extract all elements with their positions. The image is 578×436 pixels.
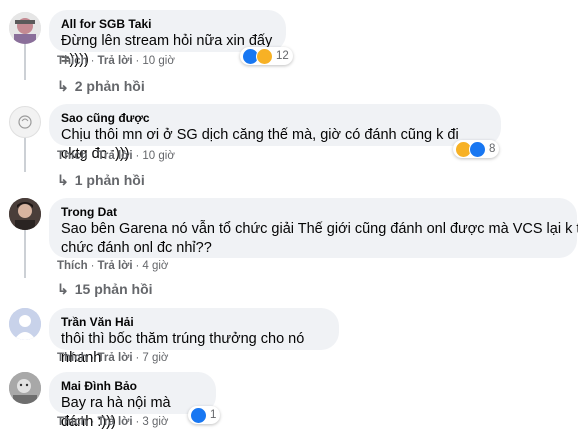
comment-actions: Thích · Trả lời · 3 giờ xyxy=(57,416,169,428)
reply-arrow-icon: ↳ xyxy=(57,78,69,94)
like-button[interactable]: Thích xyxy=(57,352,88,364)
reply-button[interactable]: Trả lời xyxy=(98,55,133,67)
replies-count-label: 2 phản hồi xyxy=(74,78,145,94)
comment-text-line: Sao bên Garena nó vẫn tổ chức giải Thế g… xyxy=(61,221,578,237)
replies-count-label: 15 phản hồi xyxy=(74,281,153,297)
reply-button[interactable]: Trả lời xyxy=(98,260,133,272)
thread-line xyxy=(24,228,26,278)
comment-time[interactable]: 4 giờ xyxy=(142,260,168,272)
view-replies-button[interactable]: ↳ 15 phản hồi xyxy=(57,281,153,298)
comment-author[interactable]: All for SGB Taki xyxy=(61,17,274,32)
haha-icon xyxy=(256,47,273,65)
comment-actions: Thích · Trả lời · 10 giờ xyxy=(57,55,175,67)
thread-line xyxy=(24,40,26,80)
comment-time[interactable]: 7 giờ xyxy=(142,352,168,364)
avatar[interactable] xyxy=(9,308,41,340)
like-button[interactable]: Thích xyxy=(57,55,88,67)
reply-button[interactable]: Trả lời xyxy=(98,352,133,364)
avatar[interactable] xyxy=(9,106,41,138)
comment-bubble: Trần Văn Hải thôi thì bốc thăm trúng thư… xyxy=(49,308,339,366)
reaction-count: 1 xyxy=(210,409,217,421)
comment-time[interactable]: 10 giờ xyxy=(142,55,174,67)
thread-line xyxy=(24,134,26,172)
comment-text-line: chức đánh onl đc nhỉ?? xyxy=(61,240,212,256)
avatar[interactable] xyxy=(9,12,41,44)
comment-actions: Thích · Trả lời · 4 giờ xyxy=(57,260,169,272)
reply-arrow-icon: ↳ xyxy=(57,172,69,188)
reaction-summary[interactable]: 12 xyxy=(240,47,293,65)
like-button[interactable]: Thích xyxy=(57,260,88,272)
like-icon xyxy=(469,140,486,158)
avatar[interactable] xyxy=(9,372,41,404)
comment-bubble: Sao cũng được Chịu thôi mn ơi ở SG dịch … xyxy=(49,104,501,162)
comment-actions: Thích · Trả lời · 7 giờ xyxy=(57,352,169,364)
like-button[interactable]: Thích xyxy=(57,150,88,162)
view-replies-button[interactable]: ↳ 2 phản hồi xyxy=(57,78,145,95)
comment-time[interactable]: 10 giờ xyxy=(142,150,174,162)
comment-author[interactable]: Mai Đình Bảo xyxy=(61,379,204,394)
comment-author[interactable]: Sao cũng được xyxy=(61,111,489,126)
reaction-summary[interactable]: 1 xyxy=(188,406,221,424)
replies-count-label: 1 phản hồi xyxy=(74,172,145,188)
comment-bubble: All for SGB Taki Đừng lên stream hỏi nữa… xyxy=(49,10,286,68)
comment-author[interactable]: Trần Văn Hải xyxy=(61,315,327,330)
reply-button[interactable]: Trả lời xyxy=(98,416,133,428)
reaction-summary[interactable]: 8 xyxy=(453,140,500,158)
reply-arrow-icon: ↳ xyxy=(57,281,69,297)
comment-bubble: Trong Dat Sao bên Garena nó vẫn tổ chức … xyxy=(49,198,578,258)
like-icon xyxy=(190,406,207,424)
view-replies-button[interactable]: ↳ 1 phản hồi xyxy=(57,172,145,189)
comment-time[interactable]: 3 giờ xyxy=(142,416,168,428)
comment-actions: Thích · Trả lời · 10 giờ xyxy=(57,150,175,162)
avatar[interactable] xyxy=(9,198,41,230)
like-button[interactable]: Thích xyxy=(57,416,88,428)
reaction-count: 12 xyxy=(276,50,289,62)
reaction-count: 8 xyxy=(489,143,496,155)
comment-author[interactable]: Trong Dat xyxy=(61,205,565,220)
reply-button[interactable]: Trả lời xyxy=(98,150,133,162)
